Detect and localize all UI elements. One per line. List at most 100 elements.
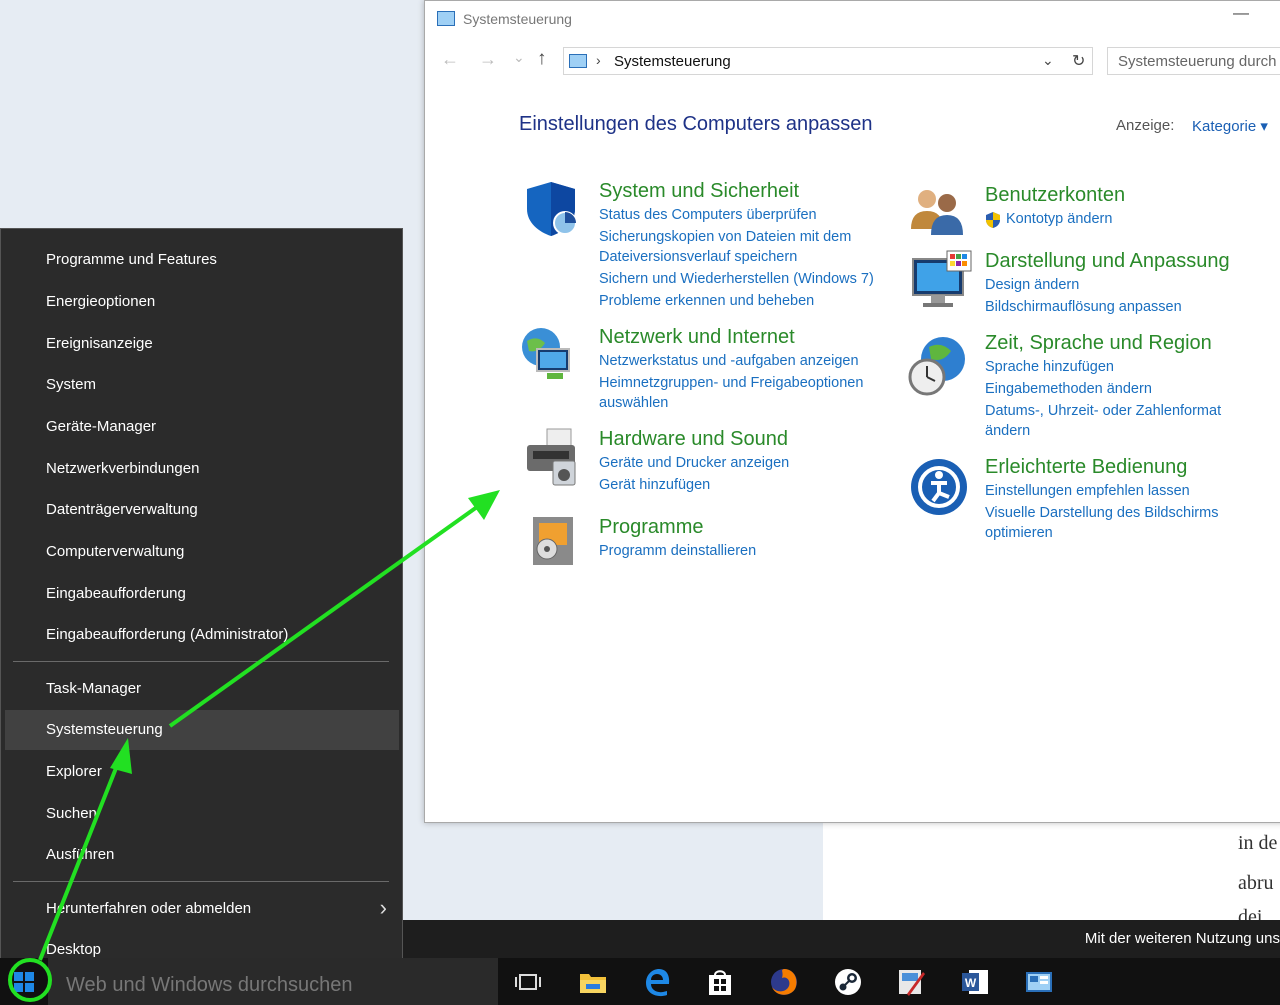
menu-item-label: Eingabeaufforderung (Administrator) xyxy=(46,626,289,643)
category-link[interactable]: Sichern und Wiederherstellen (Windows 7) xyxy=(599,269,899,289)
category-hardware-sound: Hardware und Sound Geräte und Drucker an… xyxy=(599,427,899,495)
menu-item-label: Ereignisanzeige xyxy=(46,335,153,352)
task-view-icon[interactable] xyxy=(512,966,544,998)
menu-item-label: Netzwerkverbindungen xyxy=(46,460,200,477)
start-button[interactable] xyxy=(0,958,48,1005)
category-title[interactable]: Netzwerk und Internet xyxy=(599,325,899,349)
menu-item-programme-features[interactable]: Programme und Features xyxy=(5,240,399,280)
shield-icon xyxy=(527,182,577,236)
firefox-icon[interactable] xyxy=(768,966,800,998)
category-title[interactable]: Hardware und Sound xyxy=(599,427,899,451)
category-link[interactable]: Einstellungen empfehlen lassen xyxy=(985,481,1275,501)
file-explorer-icon[interactable] xyxy=(577,966,609,998)
breadcrumb-chevron-icon[interactable]: › xyxy=(596,52,601,68)
menu-item-herunterfahren[interactable]: Herunterfahren oder abmelden › xyxy=(5,889,399,929)
category-link[interactable]: Programm deinstallieren xyxy=(599,541,899,561)
category-link[interactable]: Netzwerkstatus und -aufgaben anzeigen xyxy=(599,351,899,371)
category-user-accounts: Benutzerkonten Kontotyp ändern xyxy=(985,183,1275,229)
category-link[interactable]: Probleme erkennen und beheben xyxy=(599,291,899,311)
cookie-banner-text: Mit der weiteren Nutzung uns xyxy=(1084,930,1280,947)
category-link[interactable]: Eingabemethoden ändern xyxy=(985,379,1275,399)
menu-item-eingabeaufforderung-admin[interactable]: Eingabeaufforderung (Administrator) xyxy=(5,615,399,655)
menu-item-label: Computerverwaltung xyxy=(46,543,185,560)
category-link[interactable]: Datums-, Uhrzeit- oder Zahlenformat ände… xyxy=(985,401,1255,441)
control-panel-icon[interactable] xyxy=(1023,966,1055,998)
category-time-language-region: Zeit, Sprache und Region Sprache hinzufü… xyxy=(985,331,1275,441)
category-title[interactable]: Erleichterte Bedienung xyxy=(985,455,1275,479)
menu-divider xyxy=(13,881,389,882)
category-link[interactable]: Sicherungskopien von Dateien mit dem Dat… xyxy=(599,227,891,267)
menu-item-label: Eingabeaufforderung xyxy=(46,585,186,602)
menu-item-system[interactable]: System xyxy=(5,365,399,405)
address-bar[interactable]: › Systemsteuerung ⌄ ↻ xyxy=(563,47,1093,75)
category-link[interactable]: Status des Computers überprüfen xyxy=(599,205,899,225)
category-link[interactable]: Bildschirmauflösung anpassen xyxy=(985,297,1275,317)
taskbar: Web und Windows durchsuchen W xyxy=(0,958,1280,1005)
network-icon xyxy=(522,328,570,379)
category-link[interactable]: Sprache hinzufügen xyxy=(985,357,1275,377)
menu-item-label: Ausführen xyxy=(46,846,115,863)
menu-item-label: Herunterfahren oder abmelden xyxy=(46,900,252,917)
category-link[interactable]: Gerät hinzufügen xyxy=(599,475,899,495)
display-icon xyxy=(912,250,972,307)
menu-item-label: System xyxy=(46,376,97,393)
menu-item-computerverwaltung[interactable]: Computerverwaltung xyxy=(5,532,399,572)
category-title[interactable]: Programme xyxy=(599,515,899,539)
view-dropdown[interactable]: Kategorie ▾ xyxy=(1192,117,1268,135)
paint-icon[interactable] xyxy=(895,966,927,998)
chevron-right-icon: › xyxy=(379,895,387,920)
menu-divider xyxy=(13,661,389,662)
minimize-button[interactable]: — xyxy=(1229,5,1253,23)
window-title: Systemsteuerung xyxy=(463,11,572,27)
chevron-down-icon[interactable]: ⌄ xyxy=(1042,52,1054,69)
category-link[interactable]: Geräte und Drucker anzeigen xyxy=(599,453,899,473)
menu-item-explorer[interactable]: Explorer xyxy=(5,752,399,792)
accessibility-icon xyxy=(911,459,967,515)
word-icon[interactable]: W xyxy=(959,966,991,998)
search-input[interactable]: Systemsteuerung durch xyxy=(1107,47,1280,75)
background-text-line: dei xyxy=(1238,906,1263,920)
category-title[interactable]: Darstellung und Anpassung xyxy=(985,249,1275,273)
edge-icon[interactable] xyxy=(641,966,673,998)
category-link[interactable]: Visuelle Darstellung des Bildschirms opt… xyxy=(985,503,1247,543)
menu-item-suchen[interactable]: Suchen xyxy=(5,794,399,834)
svg-text:W: W xyxy=(965,976,977,990)
windows-logo-icon xyxy=(14,972,34,992)
menu-item-energieoptionen[interactable]: Energieoptionen xyxy=(5,282,399,322)
menu-item-datentraegerverwaltung[interactable]: Datenträgerverwaltung xyxy=(5,490,399,530)
menu-item-eingabeaufforderung[interactable]: Eingabeaufforderung xyxy=(5,574,399,614)
menu-item-label: Desktop xyxy=(46,941,102,958)
category-link[interactable]: Kontotyp ändern xyxy=(985,209,1275,229)
page-title: Einstellungen des Computers anpassen xyxy=(519,113,873,135)
menu-item-ausfuehren[interactable]: Ausführen xyxy=(5,835,399,875)
up-arrow-icon[interactable]: ↑ xyxy=(537,48,547,70)
clock-globe-icon xyxy=(908,337,965,396)
view-label: Anzeige: xyxy=(1116,117,1175,134)
category-title[interactable]: System und Sicherheit xyxy=(599,179,899,203)
category-title[interactable]: Zeit, Sprache und Region xyxy=(985,331,1275,355)
menu-item-label: Explorer xyxy=(46,763,102,780)
category-link[interactable]: Design ändern xyxy=(985,275,1275,295)
category-link[interactable]: Heimnetzgruppen- und Freigabeoptionen au… xyxy=(599,373,895,413)
back-arrow-icon[interactable]: ← xyxy=(441,49,459,70)
control-panel-icon xyxy=(569,54,587,68)
store-icon[interactable] xyxy=(704,966,736,998)
breadcrumb[interactable]: Systemsteuerung xyxy=(614,53,731,70)
category-title[interactable]: Benutzerkonten xyxy=(985,183,1275,207)
menu-item-systemsteuerung[interactable]: Systemsteuerung xyxy=(5,710,399,750)
steam-icon[interactable] xyxy=(832,966,864,998)
category-programs: Programme Programm deinstallieren xyxy=(599,515,899,561)
menu-item-ereignisanzeige[interactable]: Ereignisanzeige xyxy=(5,324,399,364)
forward-arrow-icon[interactable]: → xyxy=(479,49,497,70)
menu-item-netzwerkverbindungen[interactable]: Netzwerkverbindungen xyxy=(5,449,399,489)
menu-item-geraete-manager[interactable]: Geräte-Manager xyxy=(5,407,399,447)
menu-item-task-manager[interactable]: Task-Manager xyxy=(5,669,399,709)
taskbar-search-input[interactable]: Web und Windows durchsuchen xyxy=(48,958,498,1005)
category-appearance: Darstellung und Anpassung Design ändern … xyxy=(985,249,1275,317)
title-bar[interactable]: Systemsteuerung — xyxy=(425,1,1280,37)
control-panel-window: Systemsteuerung — ← → ⌄ ↑ › Systemsteuer… xyxy=(424,0,1280,823)
background-text-line: abru xyxy=(1238,872,1274,894)
recent-locations-icon[interactable]: ⌄ xyxy=(513,49,525,66)
category-network-internet: Netzwerk und Internet Netzwerkstatus und… xyxy=(599,325,899,413)
refresh-icon[interactable]: ↻ xyxy=(1072,51,1085,71)
